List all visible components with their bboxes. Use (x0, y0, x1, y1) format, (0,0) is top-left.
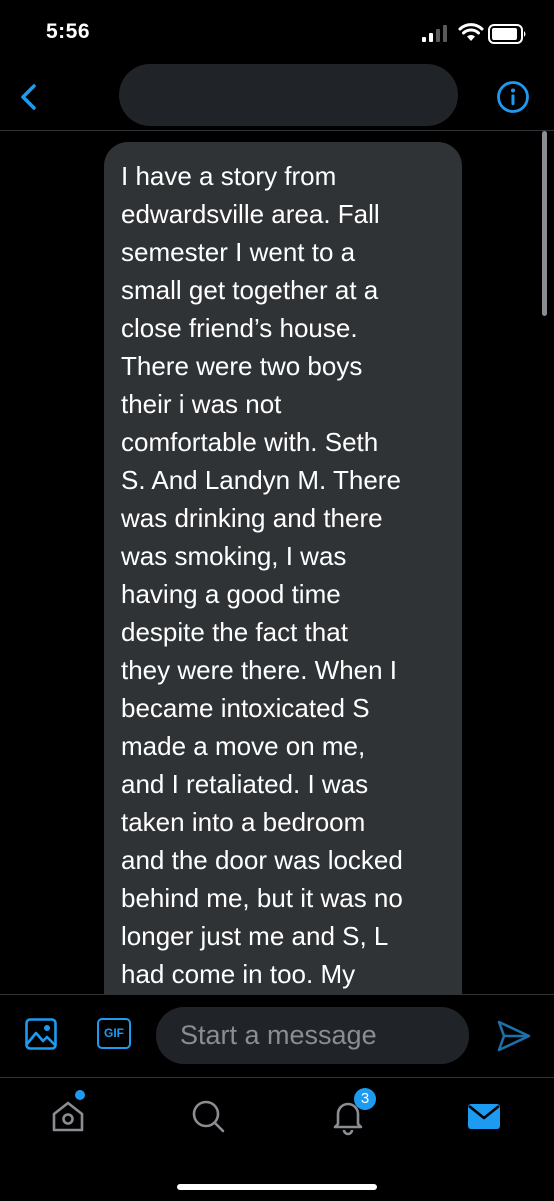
status-time: 5:56 (46, 20, 91, 43)
message-line: taken into a bedroom (121, 807, 366, 837)
message-line: despite the fact that (121, 617, 348, 647)
tab-home[interactable] (46, 1090, 90, 1138)
message-line: S. And Landyn M. There (121, 465, 401, 495)
message-line: was drinking and there (121, 503, 383, 533)
message-line: and the door was locked (121, 845, 403, 875)
message-line: having a good time (121, 579, 341, 609)
gif-button[interactable]: GIF (97, 1018, 131, 1049)
message-line: close friend’s house. (121, 313, 358, 343)
home-icon (52, 1101, 84, 1132)
send-icon[interactable] (496, 1019, 532, 1053)
message-line: made a move on me, (121, 731, 366, 761)
envelope-icon (468, 1104, 500, 1129)
message-line: small get together at a (121, 275, 379, 305)
message-line: their i was not (121, 389, 282, 419)
chevron-left-icon[interactable] (12, 80, 46, 114)
status-icons (422, 22, 532, 44)
message-line: was smoking, I was (121, 541, 347, 571)
message-line: and I retaliated. I was (121, 769, 369, 799)
image-icon[interactable] (24, 1017, 58, 1051)
battery-icon (488, 24, 526, 44)
info-circle-icon[interactable] (496, 80, 530, 114)
message-bubble[interactable]: I have a story from edwardsville area. F… (104, 142, 462, 994)
message-line: longer just me and S, L (121, 921, 389, 951)
tab-bar: 3 (0, 1077, 554, 1201)
conversation-name[interactable] (119, 64, 458, 126)
home-unread-dot (75, 1090, 85, 1100)
conversation-header (0, 60, 554, 131)
wifi-icon (458, 23, 484, 41)
message-composer: GIF (0, 994, 554, 1077)
message-line: became intoxicated S (121, 693, 370, 723)
message-input[interactable] (156, 1007, 469, 1064)
message-line: edwardsville area. Fall (121, 199, 380, 229)
home-indicator (177, 1184, 377, 1190)
tab-messages[interactable] (462, 1094, 506, 1138)
tab-notifications[interactable]: 3 (326, 1088, 376, 1138)
message-line: semester I went to a (121, 237, 356, 267)
tab-search[interactable] (186, 1094, 230, 1138)
message-line: behind me, but it was no (121, 883, 403, 913)
message-line: they were there. When I (121, 655, 398, 685)
message-line: comfortable with. Seth (121, 427, 379, 457)
status-bar: 5:56 (0, 0, 554, 60)
search-icon (192, 1100, 225, 1133)
message-line: I have a story from (121, 161, 337, 191)
notification-badge: 3 (354, 1088, 376, 1110)
messages-area[interactable]: I have a story from edwardsville area. F… (0, 131, 554, 994)
message-line: There were two boys (121, 351, 363, 381)
message-line: had come in too. My (121, 959, 356, 989)
cellular-signal-icon (422, 25, 447, 42)
scroll-indicator[interactable] (542, 131, 547, 316)
